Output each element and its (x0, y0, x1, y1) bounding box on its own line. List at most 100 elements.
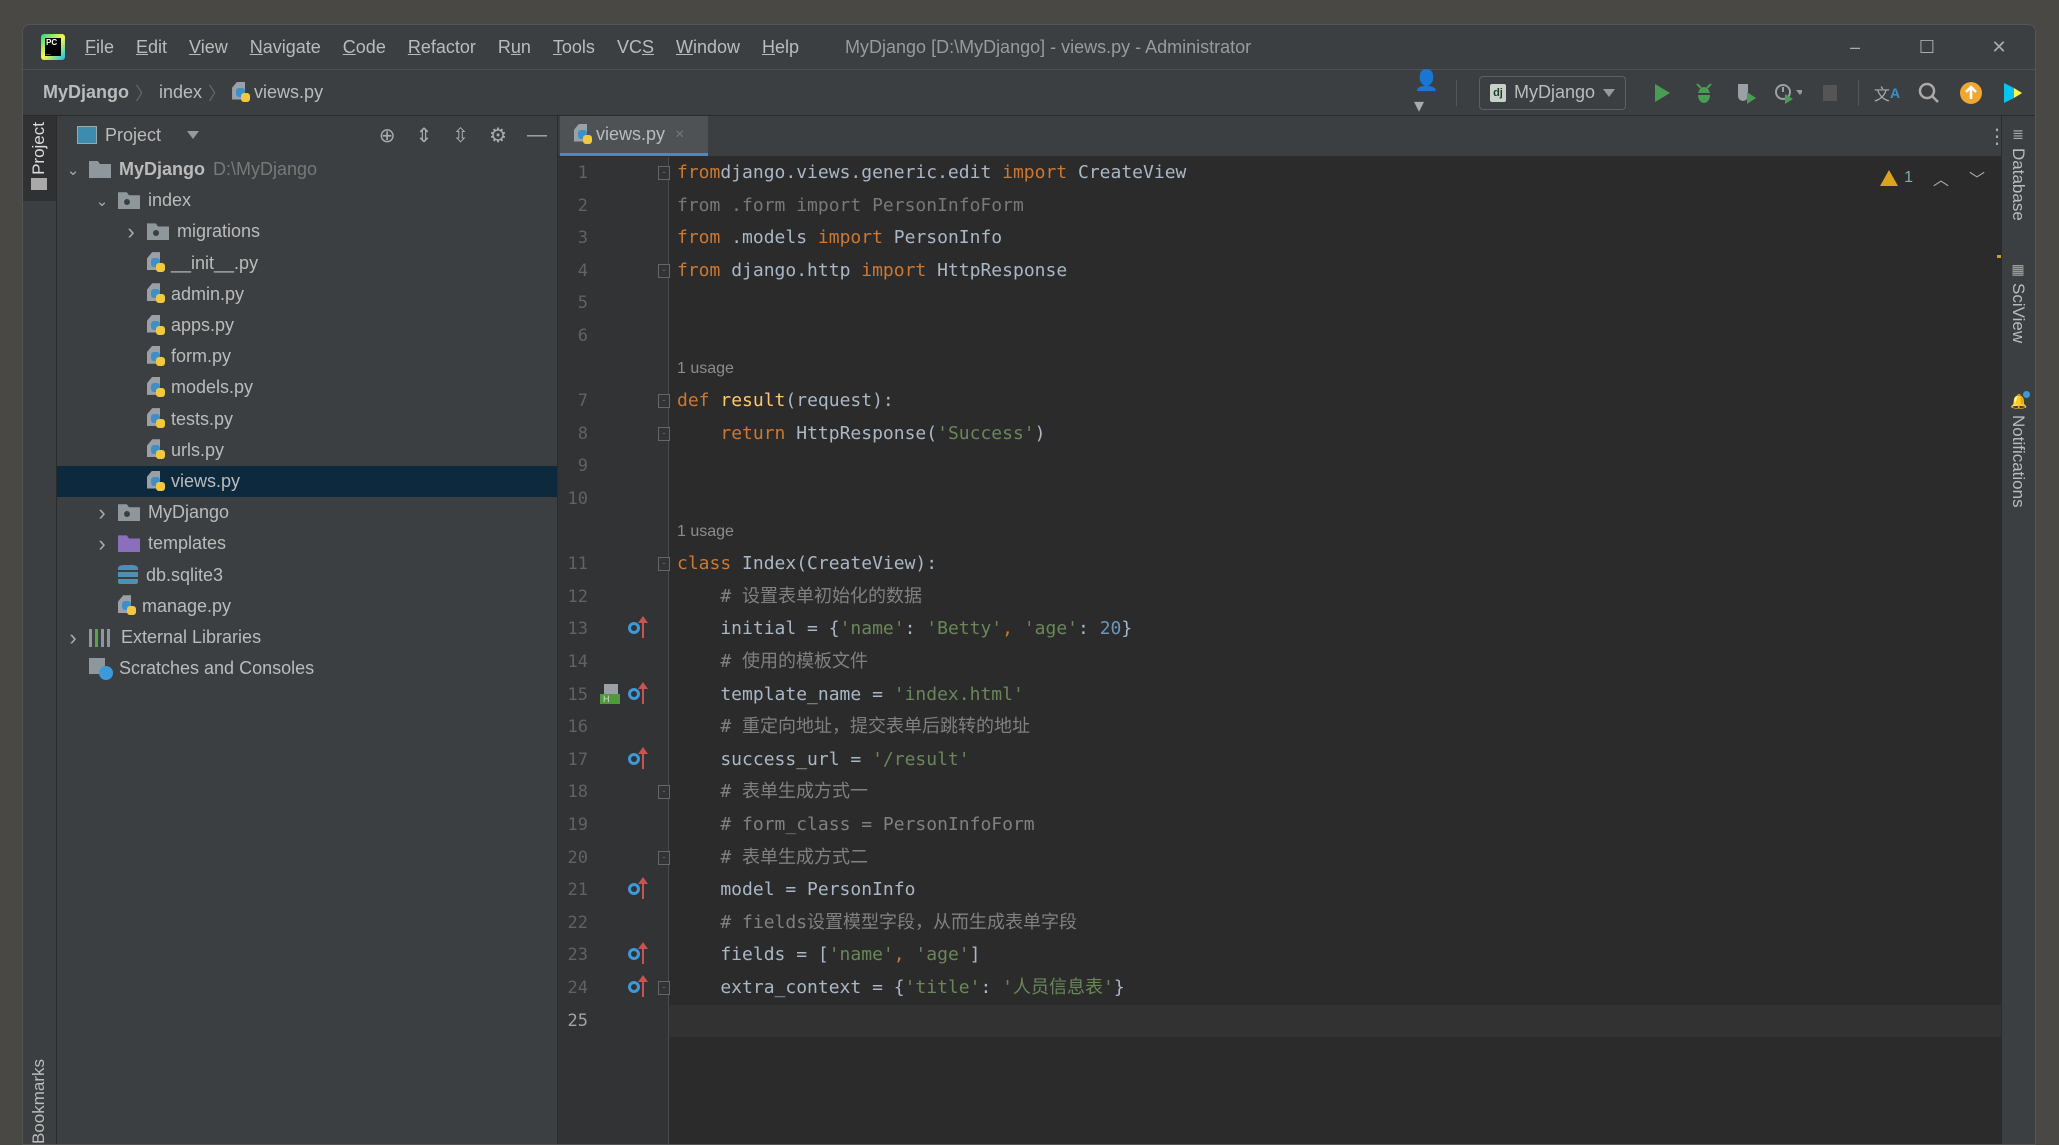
update-icon[interactable] (1957, 79, 1985, 107)
chevron-right-icon[interactable]: › (94, 531, 110, 557)
notifications-tool-tab[interactable]: 🔔 Notifications (2008, 391, 2030, 508)
chevron-down-icon[interactable]: ⌄ (94, 192, 110, 210)
maximize-button[interactable]: ☐ (1891, 37, 1963, 58)
translate-icon[interactable]: 文A (1873, 79, 1901, 107)
tree-item[interactable]: ⌄ MyDjango D:\MyDjango (57, 154, 557, 185)
code-token: , (1002, 618, 1013, 640)
coverage-icon[interactable] (1732, 79, 1760, 107)
override-gutter-icon[interactable] (628, 975, 654, 999)
override-gutter-icon[interactable] (628, 746, 654, 771)
override-gutter-icon[interactable] (628, 877, 654, 901)
override-gutter-icon[interactable] (628, 681, 654, 706)
code-token: 'Success' (937, 422, 1035, 444)
tree-item[interactable]: urls.py (57, 435, 557, 466)
code-token: PersonInfo (882, 227, 1003, 249)
code-token: # 重定向地址，提交表单后跳转的地址 (720, 716, 1031, 738)
bookmarks-tool-tab[interactable]: Bookmarks (29, 1059, 49, 1144)
settings-gear-icon[interactable]: ⚙ (489, 123, 507, 148)
warning-icon (1880, 170, 1899, 186)
menu-label-part: ools (561, 36, 595, 57)
tree-item[interactable]: form.py (57, 341, 557, 372)
tree-item[interactable]: models.py (57, 372, 557, 403)
account-icon[interactable]: 👤▾ (1414, 70, 1442, 117)
tree-item-label: MyDjango (148, 502, 230, 523)
python-file-icon (118, 595, 136, 617)
tree-item[interactable]: ⌄ index (57, 185, 557, 216)
code-area[interactable]: fromdjango.views.generic.edit import Cre… (669, 157, 2021, 1144)
toolbar-divider (1455, 79, 1457, 106)
django-icon: dj (1489, 83, 1506, 102)
select-opened-file-icon[interactable]: ⊕ (379, 123, 396, 148)
menu-edit[interactable]: Edit (136, 37, 167, 58)
chevron-right-icon[interactable]: › (94, 500, 110, 526)
tree-item-label: __init__.py (171, 252, 259, 273)
menu-code[interactable]: Code (343, 37, 386, 58)
expand-all-icon[interactable]: ⇕ (416, 123, 433, 148)
run-configuration-selector[interactable]: dj MyDjango (1478, 75, 1626, 110)
code-token: '人员信息表' (1002, 977, 1114, 998)
menu-mnemonic: N (249, 36, 263, 57)
previous-highlight-icon[interactable]: ︿ (1933, 166, 1949, 190)
tree-item[interactable]: tests.py (57, 404, 557, 435)
menu-help[interactable]: Help (762, 37, 799, 58)
run-icon[interactable] (1648, 79, 1676, 107)
menu-refactor[interactable]: Refactor (408, 37, 476, 58)
line-number: 14 (567, 652, 588, 672)
menu-window[interactable]: Window (676, 37, 740, 58)
override-gutter-icon[interactable] (628, 616, 654, 640)
main-menu: File Edit View Navigate Code Refactor Run Tools… (85, 37, 821, 58)
tree-item[interactable]: › migrations (57, 216, 557, 247)
chevron-right-icon[interactable]: › (65, 625, 81, 651)
hide-panel-icon[interactable]: — (527, 124, 547, 147)
close-button[interactable]: ✕ (1963, 37, 2035, 58)
tree-item-path: D:\MyDjango (213, 159, 318, 179)
override-gutter-icon[interactable] (628, 942, 654, 966)
chevron-down-icon[interactable]: ⌄ (65, 161, 81, 179)
menu-file[interactable]: File (85, 37, 114, 58)
menu-tools[interactable]: Tools (553, 37, 595, 58)
tree-item[interactable]: › templates (57, 528, 557, 559)
code-token: # fields设置模型字段，从而生成表单字段 (720, 911, 1078, 933)
tree-item[interactable]: › MyDjango (57, 497, 557, 528)
close-tab-icon[interactable]: × (675, 126, 684, 144)
tree-item[interactable]: apps.py (57, 310, 557, 341)
module-folder-icon (147, 223, 169, 241)
database-tool-tab[interactable]: ≣ Database (2008, 126, 2028, 221)
tab-label: views.py (596, 124, 666, 144)
debug-icon[interactable] (1690, 79, 1718, 107)
html-template-icon[interactable]: H (600, 683, 620, 706)
next-highlight-icon[interactable]: ﹀ (1969, 166, 1985, 190)
usage-hint[interactable]: 1 usage (677, 518, 734, 546)
collapse-all-icon[interactable]: ⇳ (452, 123, 469, 148)
menu-vcs[interactable]: VCS (617, 37, 654, 58)
toolbox-icon[interactable] (1999, 79, 2027, 107)
search-icon[interactable] (1915, 79, 1943, 107)
breadcrumb-project[interactable]: MyDjango (43, 82, 129, 103)
tree-item[interactable]: admin.py (57, 279, 557, 310)
menu-navigate[interactable]: Navigate (250, 37, 321, 58)
profile-icon[interactable] (1774, 79, 1802, 107)
inspection-widget[interactable]: 1 ︿ ﹀ (1880, 166, 1985, 190)
tab-views-py[interactable]: views.py × (560, 116, 708, 156)
breadcrumb-folder[interactable]: index (159, 82, 202, 103)
tree-item[interactable]: manage.py (57, 591, 557, 622)
line-number: 18 (567, 782, 588, 803)
tree-item[interactable]: › External Libraries (57, 622, 557, 653)
chevron-right-icon[interactable]: › (123, 219, 139, 245)
usage-hint[interactable]: 1 usage (677, 355, 734, 383)
code-line: # 重定向地址，提交表单后跳转的地址 (677, 711, 1030, 743)
minimize-button[interactable]: – (1819, 37, 1891, 58)
project-tool-tab[interactable]: Project (23, 116, 56, 201)
stop-icon[interactable] (1816, 79, 1844, 107)
sciview-tool-tab[interactable]: ▦ SciView (2008, 261, 2028, 343)
tree-item[interactable]: db.sqlite3 (57, 560, 557, 591)
code-token: , (893, 944, 905, 966)
tree-item[interactable]: Scratches and Consoles (57, 653, 557, 684)
tree-item[interactable]: __init__.py (57, 248, 557, 279)
project-view-selector[interactable]: Project (77, 125, 200, 146)
breadcrumb-file[interactable]: views.py (232, 81, 323, 104)
tree-item[interactable]: views.py (57, 466, 557, 497)
menu-run[interactable]: Run (498, 37, 531, 58)
menu-view[interactable]: View (189, 37, 228, 58)
